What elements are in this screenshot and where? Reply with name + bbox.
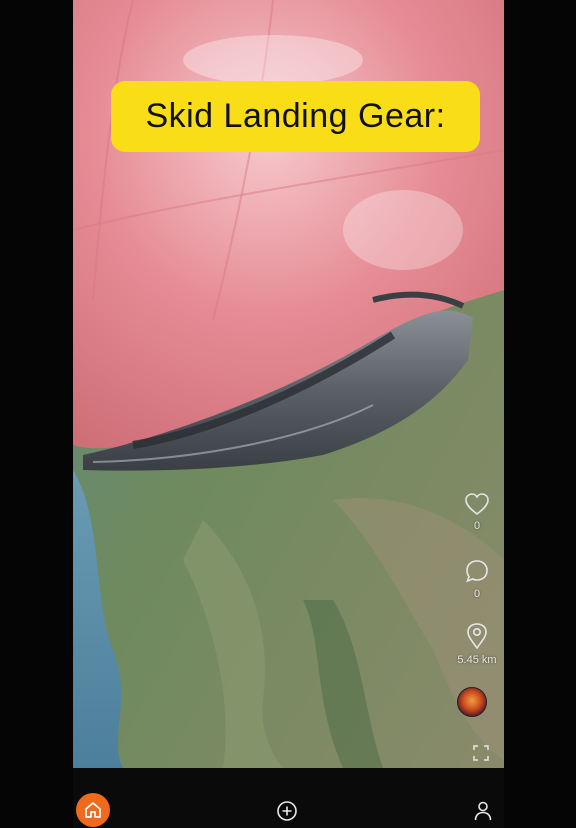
letterbox-right: [504, 0, 576, 828]
bottom-nav: [73, 768, 504, 828]
fullscreen-icon[interactable]: [473, 745, 489, 766]
heart-icon: [465, 493, 489, 516]
user-avatar[interactable]: [457, 687, 487, 717]
plus-circle-icon: [277, 801, 297, 821]
location-button[interactable]: 5.45 km: [442, 622, 512, 666]
comment-count: 0: [473, 588, 481, 600]
home-icon: [85, 802, 101, 818]
like-count: 0: [473, 520, 481, 532]
location-distance: 5.45 km: [457, 654, 497, 666]
video-player[interactable]: Skid Landing Gear:: [73, 0, 504, 768]
user-icon: [474, 801, 492, 821]
like-button[interactable]: 0: [442, 492, 512, 532]
caption-banner: Skid Landing Gear:: [111, 81, 480, 152]
nav-create-button[interactable]: [276, 800, 298, 827]
comment-button[interactable]: 0: [442, 558, 512, 600]
comment-bubble-icon: [466, 560, 488, 583]
caption-text: Skid Landing Gear:: [145, 97, 446, 135]
nav-profile-button[interactable]: [473, 800, 493, 827]
map-pin-icon: [467, 623, 487, 650]
nav-home-button[interactable]: [76, 793, 110, 827]
letterbox-left: [0, 0, 73, 828]
